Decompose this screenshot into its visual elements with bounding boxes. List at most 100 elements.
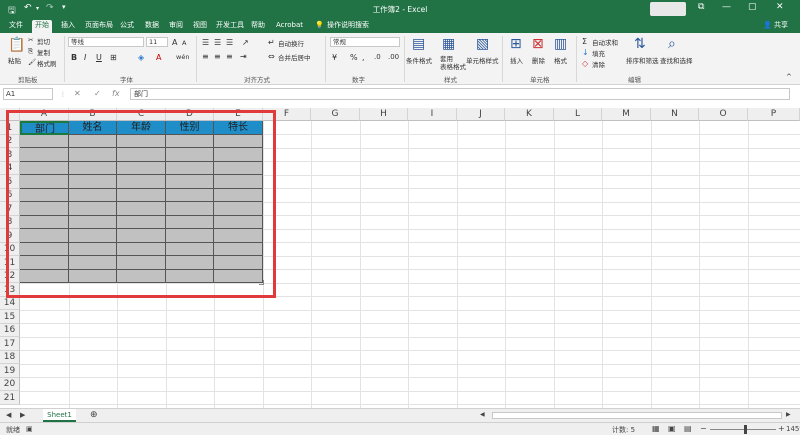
tab-formulas[interactable]: 公式 <box>117 20 137 33</box>
fill-icon[interactable]: ↓ <box>582 48 589 57</box>
next-sheet-icon[interactable]: ▶ <box>20 411 25 419</box>
column-header[interactable]: N <box>651 108 699 121</box>
indent-icon[interactable]: ⇥ <box>240 52 247 61</box>
tab-view[interactable]: 视图 <box>190 20 210 33</box>
format-as-table-button[interactable]: 套用 表格格式 <box>440 55 466 71</box>
align-middle-icon[interactable]: ☰ <box>214 38 221 47</box>
merge-center-icon[interactable]: ⇔ <box>268 52 275 61</box>
row-header[interactable]: 17 <box>0 337 20 351</box>
bold-button[interactable]: B <box>71 53 77 62</box>
column-header[interactable]: K <box>505 108 554 121</box>
maximize-button[interactable]: ▢ <box>748 2 757 12</box>
wrap-text-button[interactable]: 自动换行 <box>278 38 304 48</box>
share-button[interactable]: 共享 <box>771 20 791 33</box>
sort-filter-button[interactable]: 排序和筛选 <box>626 55 659 65</box>
hscroll-left-icon[interactable]: ◀ <box>480 411 485 418</box>
font-color-icon[interactable]: A <box>156 53 161 62</box>
zoom-slider[interactable] <box>710 429 776 430</box>
format-cells-button[interactable]: 格式 <box>554 55 567 65</box>
sort-filter-icon[interactable]: ⇅ <box>634 36 646 52</box>
conditional-format-icon[interactable]: ▤ <box>412 36 425 52</box>
currency-icon[interactable]: ¥ <box>332 53 337 62</box>
cut-button[interactable]: 剪切 <box>37 36 50 46</box>
zoom-level[interactable]: 145% <box>786 425 800 433</box>
row-header[interactable]: 21 <box>0 391 20 405</box>
paste-icon[interactable]: 📋 <box>8 37 25 53</box>
merge-center-button[interactable]: 合并后居中 <box>278 52 311 62</box>
increase-font-size-button[interactable]: A <box>172 38 177 47</box>
cell-styles-icon[interactable]: ▧ <box>476 36 489 52</box>
align-left-icon[interactable]: ≡ <box>202 52 209 61</box>
enter-icon[interactable]: ✓ <box>94 89 101 98</box>
column-header[interactable]: M <box>602 108 651 121</box>
tab-data[interactable]: 数据 <box>142 20 162 33</box>
autosum-button[interactable]: 自动求和 <box>592 37 618 47</box>
sheet-tab[interactable]: Sheet1 <box>43 409 76 422</box>
increase-decimal-icon[interactable]: .0 <box>374 53 381 61</box>
ribbon-display-options-icon[interactable]: ⧉ <box>698 2 704 12</box>
find-select-button[interactable]: 查找和选择 <box>660 55 693 65</box>
decrease-decimal-icon[interactable]: .00 <box>388 53 399 61</box>
clear-button[interactable]: 清除 <box>592 59 605 69</box>
zoom-slider-thumb[interactable] <box>744 425 747 434</box>
row-header[interactable]: 14 <box>0 297 20 310</box>
horizontal-scrollbar[interactable] <box>492 412 782 419</box>
copy-button[interactable]: 复制 <box>37 47 50 57</box>
cancel-icon[interactable]: ✕ <box>74 89 81 98</box>
align-top-icon[interactable]: ☰ <box>202 38 209 47</box>
number-format-select[interactable]: 常规 <box>330 37 400 47</box>
tab-developer[interactable]: 开发工具 <box>213 20 247 33</box>
insert-cells-icon[interactable]: ⊞ <box>510 36 522 52</box>
column-header[interactable]: J <box>457 108 505 121</box>
percent-button[interactable]: % <box>350 53 358 62</box>
fill-button[interactable]: 填充 <box>592 48 605 58</box>
cut-icon[interactable]: ✂ <box>28 36 33 44</box>
phonetic-button[interactable]: wén <box>176 53 189 61</box>
align-bottom-icon[interactable]: ☰ <box>226 38 233 47</box>
cell-styles-button[interactable]: 单元格样式 <box>466 55 499 65</box>
row-header[interactable]: 19 <box>0 364 20 378</box>
insert-function-icon[interactable]: fx <box>112 89 120 98</box>
borders-icon[interactable]: ⊞ <box>110 53 117 62</box>
copy-icon[interactable]: ⎘ <box>28 47 33 56</box>
tab-insert[interactable]: 插入 <box>58 20 78 33</box>
font-size-select[interactable]: 11 <box>146 37 168 47</box>
underline-button[interactable]: U <box>96 53 102 62</box>
tell-me-search[interactable]: 操作说明搜索 <box>324 20 372 33</box>
format-cells-icon[interactable]: ▥ <box>554 36 567 52</box>
column-header[interactable]: P <box>748 108 800 121</box>
tab-review[interactable]: 审阅 <box>166 20 186 33</box>
format-painter-button[interactable]: 格式刷 <box>37 58 57 68</box>
formula-input[interactable]: 部门 <box>130 88 790 100</box>
hscroll-right-icon[interactable]: ▶ <box>786 411 791 418</box>
row-header[interactable]: 16 <box>0 324 20 337</box>
name-box[interactable]: A1 <box>3 88 53 100</box>
tab-page-layout[interactable]: 页面布局 <box>82 20 116 33</box>
fill-color-icon[interactable]: ◈ <box>138 53 144 62</box>
row-header[interactable]: 20 <box>0 378 20 391</box>
font-name-select[interactable]: 等线 <box>68 37 144 47</box>
delete-cells-icon[interactable]: ⊠ <box>532 36 544 52</box>
insert-cells-button[interactable]: 插入 <box>510 55 523 65</box>
tab-help[interactable]: 帮助 <box>248 20 268 33</box>
page-layout-view-icon[interactable]: ▣ <box>668 424 676 433</box>
find-select-icon[interactable]: ⌕ <box>668 36 676 52</box>
normal-view-icon[interactable]: ▦ <box>652 424 660 433</box>
tab-home[interactable]: 开始 <box>32 20 52 33</box>
minimize-button[interactable]: — <box>722 2 731 12</box>
row-header[interactable]: 15 <box>0 310 20 324</box>
comma-button[interactable]: , <box>362 53 365 62</box>
clear-icon[interactable]: ◇ <box>582 59 588 68</box>
column-header[interactable]: G <box>311 108 360 121</box>
column-header[interactable]: I <box>408 108 457 121</box>
decrease-font-size-button[interactable]: A <box>182 39 186 47</box>
tab-file[interactable]: 文件 <box>6 20 26 33</box>
column-header[interactable]: H <box>360 108 408 121</box>
row-header[interactable]: 18 <box>0 351 20 364</box>
column-header[interactable]: O <box>699 108 748 121</box>
tab-acrobat[interactable]: Acrobat <box>273 20 306 33</box>
autosum-icon[interactable]: Σ <box>582 37 587 46</box>
wrap-text-icon[interactable]: ↵ <box>268 38 275 47</box>
column-header[interactable]: L <box>554 108 602 121</box>
prev-sheet-icon[interactable]: ◀ <box>6 411 11 419</box>
